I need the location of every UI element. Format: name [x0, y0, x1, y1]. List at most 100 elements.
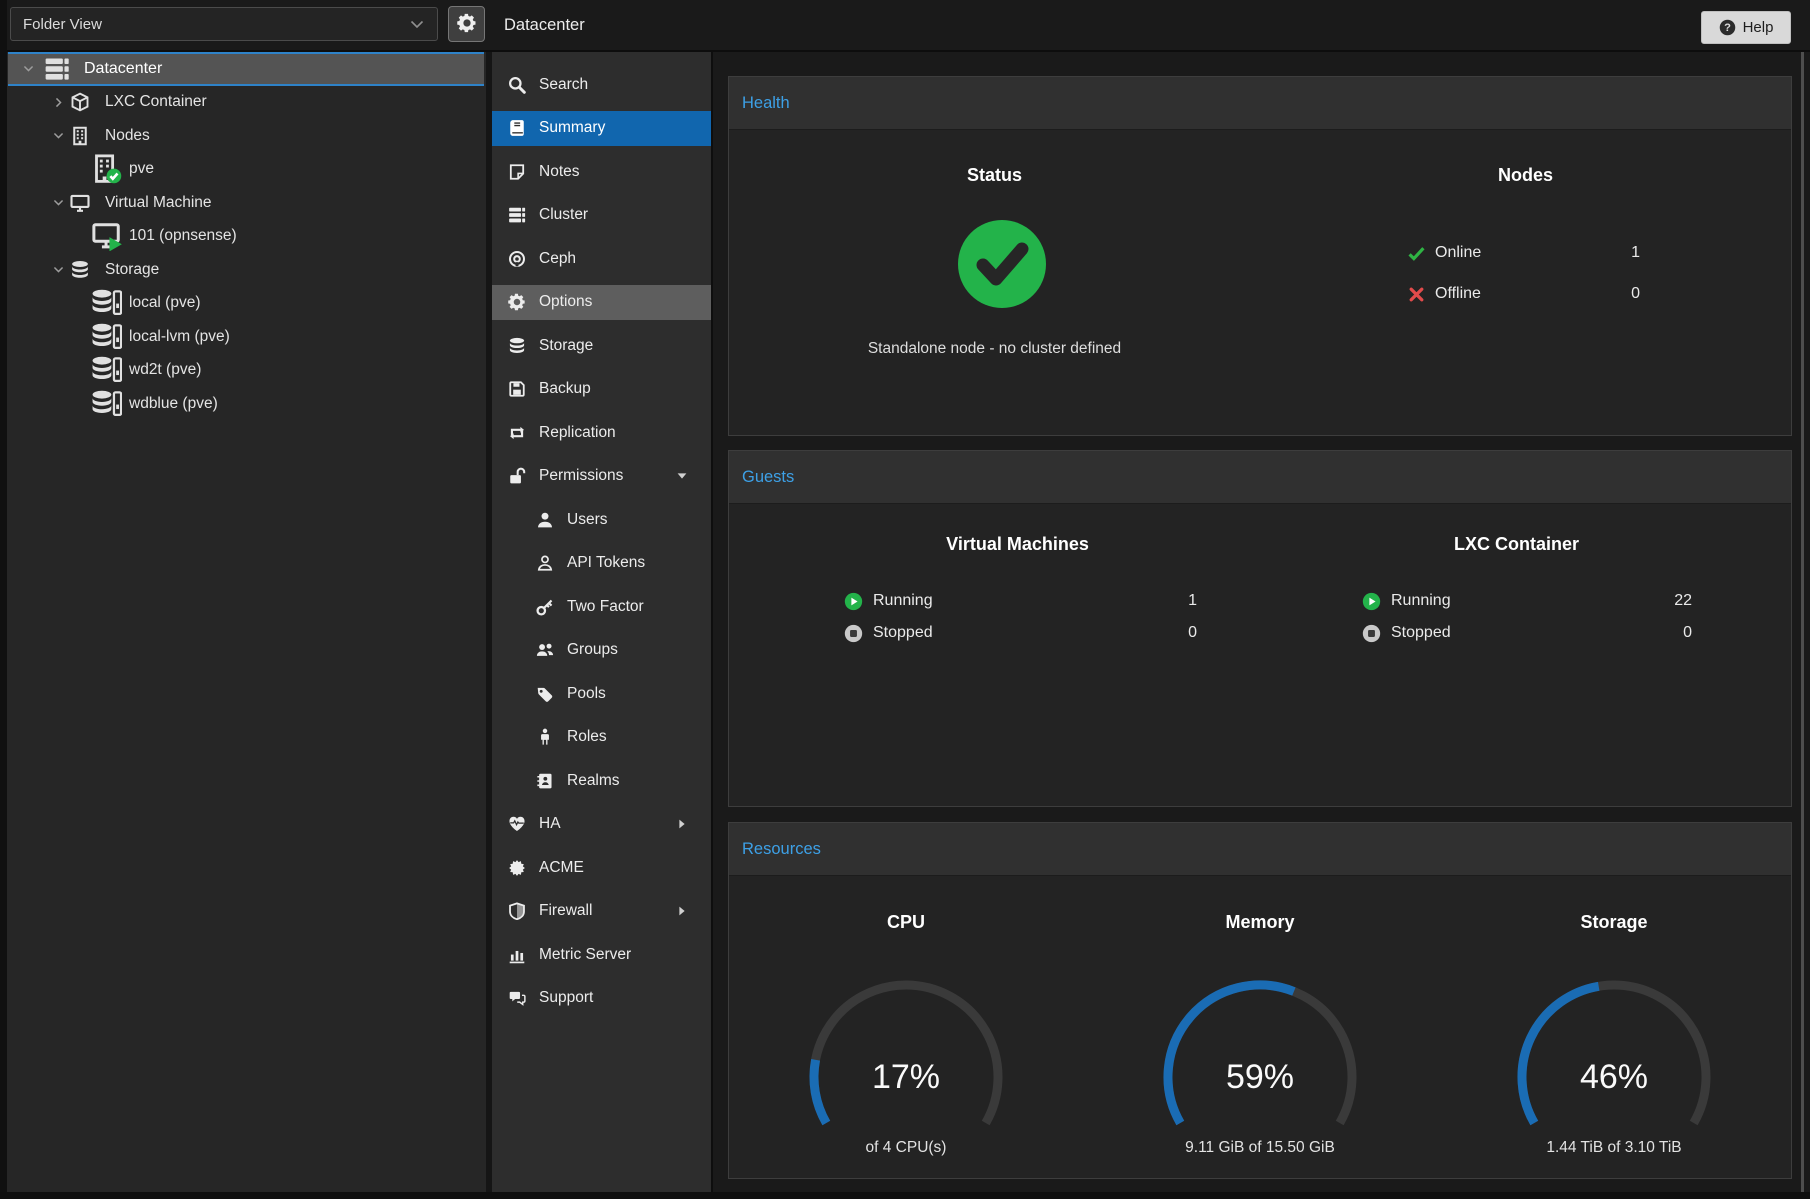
- database-icon: [507, 336, 526, 355]
- chevron-right-icon[interactable]: [52, 95, 68, 109]
- tree-item-local-lvm-pve[interactable]: local-lvm (pve): [8, 320, 484, 354]
- menu-item-search[interactable]: Search: [492, 67, 711, 102]
- gauge-sublabel: 9.11 GiB of 15.50 GiB: [1083, 1139, 1437, 1157]
- menu-item-label: HA: [539, 815, 561, 833]
- tree-item-label: wdblue (pve): [129, 395, 218, 413]
- menu-item-replication[interactable]: Replication: [492, 415, 711, 450]
- gauge-header: CPU: [729, 912, 1083, 933]
- tree-settings-button[interactable]: [448, 6, 485, 42]
- user-icon: [535, 510, 554, 529]
- resources-panel-body: CPU17%of 4 CPU(s)Memory59%9.11 GiB of 15…: [729, 875, 1791, 1178]
- gear-icon: [507, 293, 526, 312]
- male-icon: [535, 728, 554, 747]
- node-offline-row: Offline0: [1408, 282, 1640, 306]
- top-bar: Folder View Datacenter ? Help: [0, 0, 1810, 52]
- menu-item-acme[interactable]: ACME: [492, 850, 711, 885]
- tree-item-virtual-machine[interactable]: Virtual Machine: [8, 186, 484, 220]
- nodes-header: Nodes: [1260, 165, 1791, 186]
- heartbeat-icon: [507, 815, 526, 834]
- tree-item-101-opnsense[interactable]: 101 (opnsense): [8, 220, 484, 254]
- menu-item-label: Search: [539, 76, 588, 94]
- page-title: Datacenter: [504, 0, 585, 50]
- menu-item-backup[interactable]: Backup: [492, 372, 711, 407]
- menu-item-support[interactable]: Support: [492, 981, 711, 1016]
- tree-item-label: Storage: [105, 261, 159, 279]
- guests-panel: Guests Virtual Machines Running1Stopped0…: [728, 450, 1792, 807]
- status-value: 22: [1674, 592, 1692, 610]
- menu-item-api-tokens[interactable]: API Tokens: [492, 546, 711, 581]
- gauge-column-cpu: CPU17%of 4 CPU(s): [729, 875, 1083, 1178]
- status-header: Status: [729, 165, 1260, 186]
- menu-item-permissions[interactable]: Permissions: [492, 459, 711, 494]
- tree-item-wd2t-pve[interactable]: wd2t (pve): [8, 354, 484, 388]
- tree-item-label: pve: [129, 160, 154, 178]
- menu-item-label: Replication: [539, 424, 616, 442]
- menu-item-notes[interactable]: Notes: [492, 154, 711, 189]
- desktop-icon: [70, 193, 90, 213]
- vm-stopped-row: Stopped0: [844, 621, 1197, 645]
- caret-right-icon: [675, 904, 689, 918]
- users-icon: [535, 641, 554, 660]
- guests-panel-title: Guests: [742, 468, 794, 487]
- menu-item-storage[interactable]: Storage: [492, 328, 711, 363]
- resources-panel-header: Resources: [729, 823, 1791, 876]
- menu-item-label: Pools: [567, 685, 606, 703]
- chevron-down-icon[interactable]: [52, 129, 68, 143]
- building-icon: [70, 126, 90, 146]
- chevron-down-icon[interactable]: [22, 62, 38, 76]
- cube-icon: [70, 92, 90, 112]
- menu-item-ceph[interactable]: Ceph: [492, 241, 711, 276]
- menu-item-realms[interactable]: Realms: [492, 763, 711, 798]
- tree-item-lxc-container[interactable]: LXC Container: [8, 86, 484, 120]
- help-button[interactable]: ? Help: [1701, 11, 1791, 44]
- building-check-icon: [92, 154, 122, 184]
- server-stack-icon: [507, 206, 526, 225]
- tree-item-pve[interactable]: pve: [8, 153, 484, 187]
- menu-item-ha[interactable]: HA: [492, 807, 711, 842]
- address-book-icon: [535, 771, 554, 790]
- menu-item-firewall[interactable]: Firewall: [492, 894, 711, 929]
- memory-gauge: 59%: [1160, 977, 1360, 1133]
- gauge-percent: 46%: [1514, 1058, 1714, 1097]
- database-drive-icon: [92, 389, 122, 419]
- tree-item-storage[interactable]: Storage: [8, 253, 484, 287]
- menu-item-label: Ceph: [539, 250, 576, 268]
- menu-item-users[interactable]: Users: [492, 502, 711, 537]
- menu-item-pools[interactable]: Pools: [492, 676, 711, 711]
- proxmox-datacenter-app: Folder View Datacenter ? Help Datacenter…: [0, 0, 1810, 1199]
- database-drive-icon: [92, 288, 122, 318]
- menu-item-summary[interactable]: Summary: [492, 111, 711, 146]
- resources-panel-title: Resources: [742, 840, 821, 859]
- status-label: Offline: [1435, 285, 1481, 303]
- guests-panel-header: Guests: [729, 451, 1791, 504]
- shield-icon: [507, 902, 526, 921]
- menu-item-cluster[interactable]: Cluster: [492, 198, 711, 233]
- storage-gauge: 46%: [1514, 977, 1714, 1133]
- caret-right-icon: [675, 817, 689, 831]
- comments-icon: [507, 989, 526, 1008]
- menu-item-roles[interactable]: Roles: [492, 720, 711, 755]
- view-mode-selector[interactable]: Folder View: [10, 7, 438, 41]
- chevron-down-icon[interactable]: [52, 263, 68, 277]
- lxc-running-row: Running22: [1362, 589, 1692, 613]
- scrollbar[interactable]: [1801, 52, 1804, 1199]
- tree-item-datacenter[interactable]: Datacenter: [8, 52, 484, 86]
- menu-item-options[interactable]: Options: [492, 285, 711, 320]
- tree-item-wdblue-pve[interactable]: wdblue (pve): [8, 387, 484, 421]
- tree-item-label: Datacenter: [84, 60, 162, 78]
- tree-item-local-pve[interactable]: local (pve): [8, 287, 484, 321]
- status-value: 1: [1631, 244, 1640, 262]
- guests-panel-body: Virtual Machines Running1Stopped0 LXC Co…: [729, 503, 1791, 806]
- cross-icon: [1408, 286, 1425, 303]
- nodes-status-column: Nodes Online1Offline0: [1260, 129, 1791, 435]
- help-label: Help: [1743, 19, 1774, 36]
- menu-item-metric-server[interactable]: Metric Server: [492, 937, 711, 972]
- menu-item-groups[interactable]: Groups: [492, 633, 711, 668]
- virtual-machines-header: Virtual Machines: [752, 534, 1283, 555]
- tree-item-nodes[interactable]: Nodes: [8, 119, 484, 153]
- menu-item-label: API Tokens: [567, 554, 645, 572]
- menu-item-label: Permissions: [539, 467, 623, 485]
- menu-item-two-factor[interactable]: Two Factor: [492, 589, 711, 624]
- chevron-down-icon[interactable]: [52, 196, 68, 210]
- health-panel-title: Health: [742, 94, 790, 113]
